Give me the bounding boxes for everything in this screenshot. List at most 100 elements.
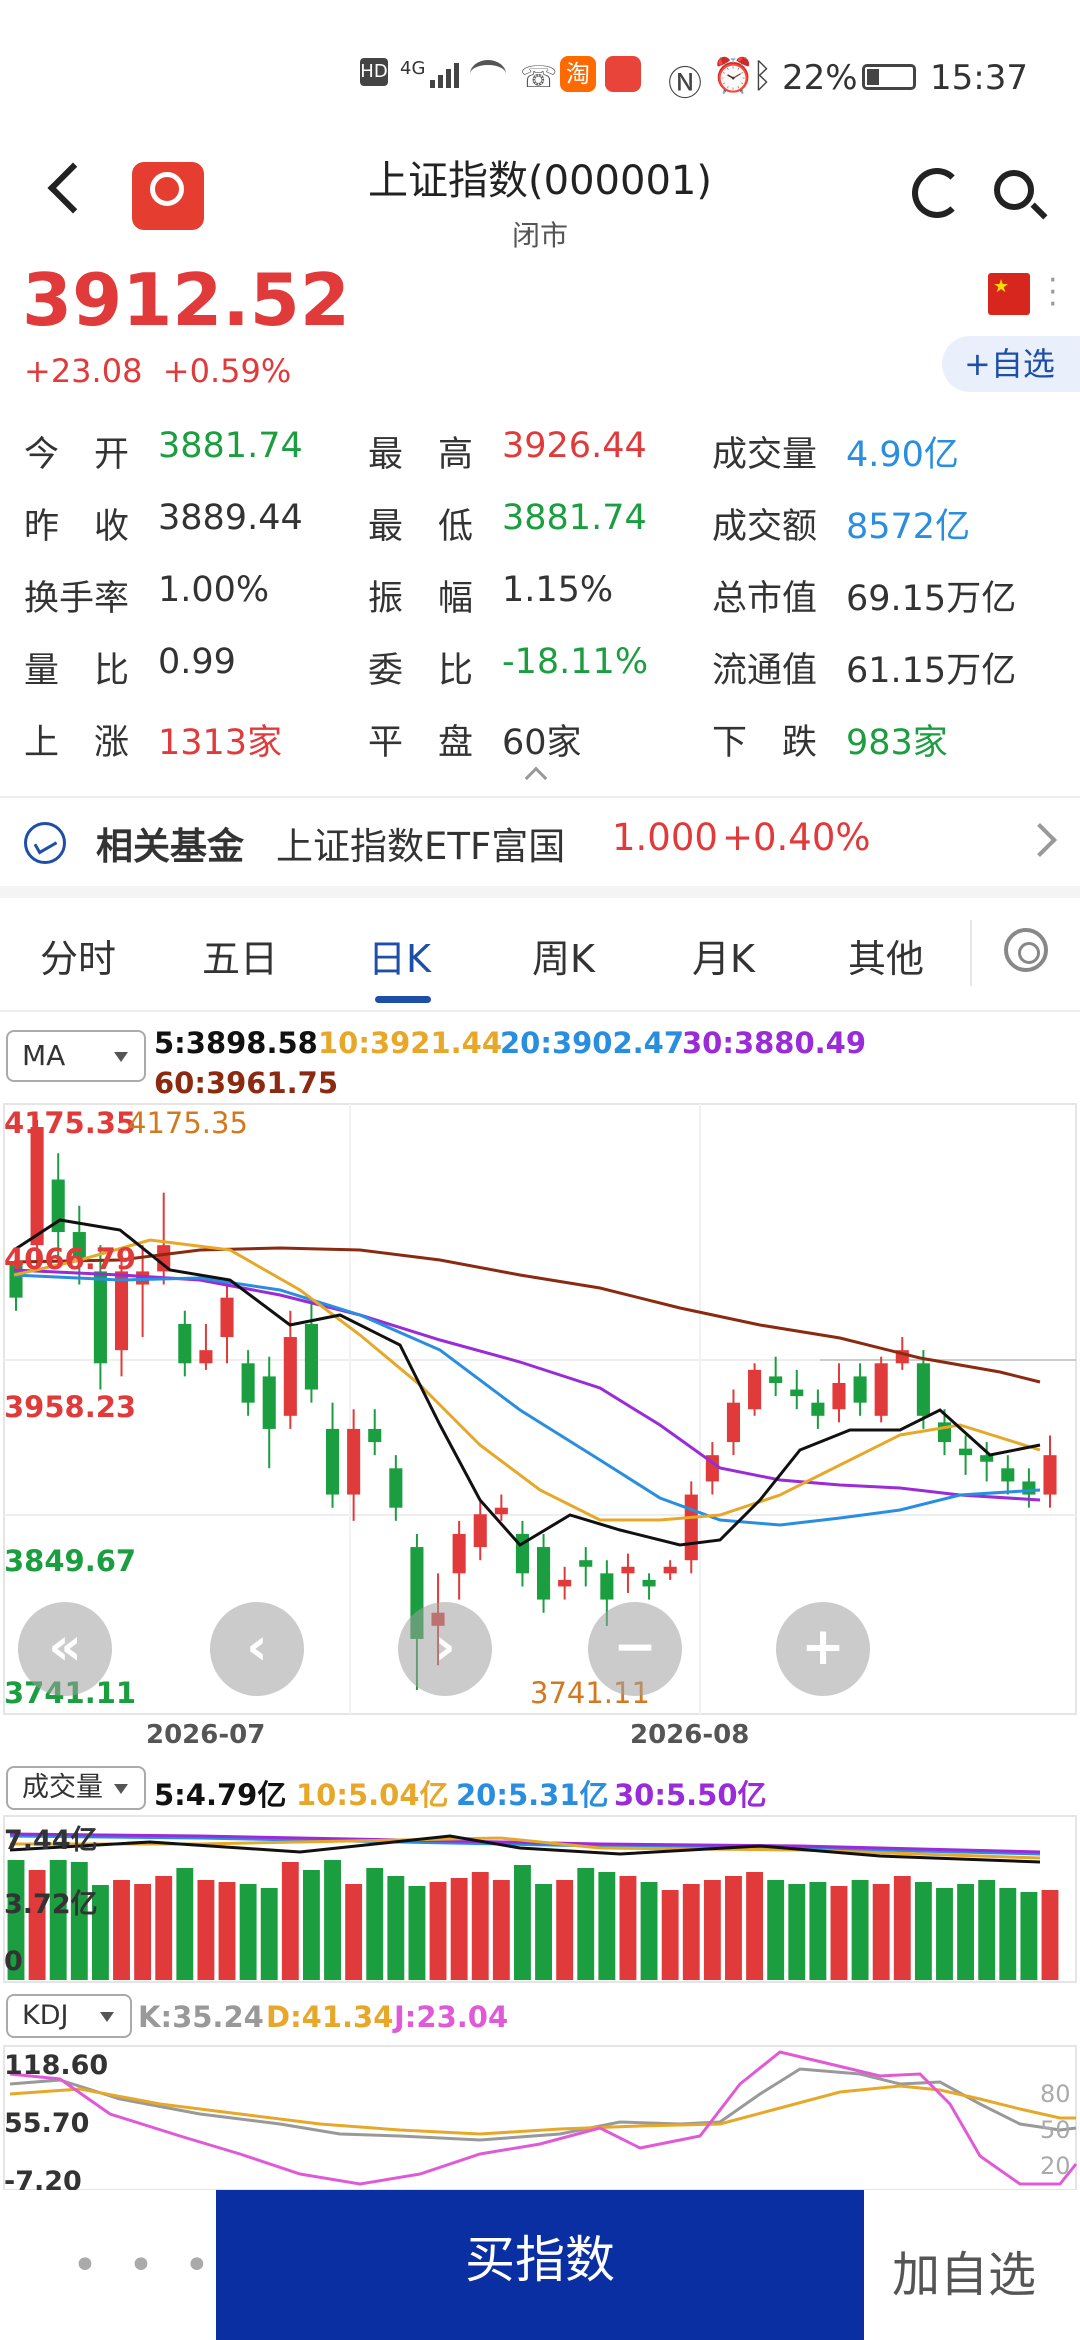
volume-bar — [999, 1888, 1017, 1980]
prev-button[interactable]: ‹ — [210, 1602, 304, 1696]
candle-body — [790, 1389, 804, 1397]
date-label-jul: 2026-07 — [146, 1720, 266, 1750]
rewind-button[interactable]: « — [18, 1602, 112, 1696]
volume-bars-group — [7, 1860, 1059, 1980]
chevron-right-icon[interactable] — [1023, 823, 1057, 857]
candle-body — [93, 1271, 107, 1364]
stat-label: 委 比 — [368, 651, 474, 691]
volume-bar — [703, 1880, 721, 1980]
stat-label: 振 幅 — [368, 579, 474, 619]
more-menu-button[interactable]: • • • — [72, 2240, 218, 2291]
tab-five-day[interactable]: 五日 — [202, 928, 278, 983]
change-value: +23.08 — [24, 352, 143, 390]
kdj-d: D:41.34 — [266, 2000, 394, 2034]
volume-chart[interactable] — [0, 1814, 1080, 1984]
chevron-down-icon — [114, 1784, 128, 1794]
ma60-label: 60:3961.75 — [154, 1066, 339, 1100]
search-icon[interactable] — [994, 170, 1048, 220]
volume-bar — [640, 1882, 658, 1980]
taobao-icon: 淘 — [560, 56, 596, 92]
kdj-j: J:23.04 — [394, 2000, 509, 2034]
collapse-icon[interactable] — [524, 766, 548, 790]
candle-body — [241, 1363, 255, 1403]
candle-body — [579, 1560, 593, 1567]
buy-index-button[interactable]: 买指数 — [216, 2190, 864, 2340]
candle-body — [494, 1507, 508, 1515]
tab-daily-k[interactable]: 日K — [368, 928, 431, 983]
volume-bar — [471, 1872, 489, 1980]
price-axis-high: 4175.35 — [4, 1106, 137, 1140]
volume-bar — [281, 1862, 299, 1980]
hd-icon: HD — [360, 58, 388, 86]
more-vertical-icon[interactable]: · · · — [1048, 266, 1058, 320]
candle-body — [748, 1369, 762, 1410]
zoom-out-button[interactable]: − — [588, 1602, 682, 1696]
volume-bar — [1041, 1890, 1059, 1980]
candle-body — [642, 1579, 656, 1587]
stat-value: 983家 — [846, 723, 948, 763]
volume-bar — [176, 1868, 194, 1980]
stat-label: 成交量 — [712, 435, 818, 475]
price-change: +23.08 +0.59% — [24, 352, 291, 390]
stat-label: 最 高 — [368, 435, 474, 475]
stat-value: 3881.74 — [502, 498, 647, 538]
huawei-icon — [605, 56, 641, 92]
active-tab-indicator — [375, 996, 431, 1003]
stat-label: 平 盘 — [368, 723, 474, 763]
candle-body — [325, 1428, 340, 1495]
settings-gear-icon[interactable] — [1004, 928, 1048, 972]
tab-intraday[interactable]: 分时 — [40, 928, 116, 983]
ma10-label: 10:3921.44 — [318, 1026, 503, 1060]
candle-body — [389, 1468, 403, 1508]
candle-body — [262, 1376, 276, 1429]
tab-weekly-k[interactable]: 周K — [532, 928, 595, 983]
kdj-axis-mid: 55.70 — [4, 2108, 90, 2139]
vol-axis-mid: 3.72亿 — [4, 1889, 98, 1920]
volume-bar — [324, 1860, 341, 1980]
candle-body — [600, 1573, 614, 1600]
candle-body — [220, 1297, 234, 1338]
volume-bar — [535, 1884, 552, 1980]
price-axis-upper-mid: 4066.79 — [4, 1242, 137, 1276]
stat-value: 3926.44 — [502, 426, 647, 466]
kdj-indicator-select[interactable]: KDJ — [6, 1994, 132, 2038]
vol-axis-top: 7.44亿 — [4, 1825, 98, 1856]
volume-bar — [893, 1876, 911, 1980]
candle-body — [959, 1448, 973, 1456]
volume-bar — [113, 1880, 130, 1980]
stat-value: -18.11% — [502, 642, 649, 682]
stat-label: 今 开 — [24, 435, 130, 475]
network-label: 4G — [400, 58, 426, 79]
volume-select-label: 成交量 — [22, 1772, 103, 1803]
chevron-down-icon — [114, 1052, 128, 1062]
volume-indicator-select[interactable]: 成交量 — [6, 1766, 146, 1810]
fund-name[interactable]: 上证指数ETF富国 — [276, 816, 565, 870]
vol-ma20: 20:5.31亿 — [456, 1778, 609, 1812]
candle-body — [368, 1428, 382, 1443]
tab-other[interactable]: 其他 — [848, 928, 924, 983]
refresh-icon[interactable] — [912, 168, 962, 218]
candle-body — [916, 1363, 930, 1416]
volume-bar — [746, 1872, 764, 1980]
add-watchlist-button[interactable]: +自选 — [942, 336, 1080, 392]
battery-percent: 22% — [782, 58, 858, 98]
add-watchlist-bottom-button[interactable]: 加自选 — [892, 2235, 1036, 2305]
volume-bar — [809, 1882, 827, 1980]
zoom-in-button[interactable]: + — [776, 1602, 870, 1696]
price-axis-mid: 3958.23 — [4, 1390, 137, 1424]
next-button[interactable]: › — [398, 1602, 492, 1696]
volume-bar — [936, 1888, 953, 1980]
candle-body — [199, 1350, 213, 1364]
price-high-marker: 4175.35 — [128, 1106, 248, 1140]
divider — [970, 920, 972, 986]
ma-indicator-select[interactable]: MA — [6, 1030, 146, 1082]
volume-bar — [366, 1868, 384, 1980]
kdj-chart[interactable] — [0, 2044, 1080, 2190]
ma20-label: 20:3902.47 — [500, 1026, 685, 1060]
volume-bar — [830, 1886, 848, 1980]
candlestick-chart[interactable] — [0, 1100, 1080, 1720]
candle-body — [452, 1533, 466, 1574]
kdj-j-line — [9, 2050, 1078, 2186]
tab-monthly-k[interactable]: 月K — [692, 928, 755, 983]
fund-icon — [24, 822, 66, 864]
